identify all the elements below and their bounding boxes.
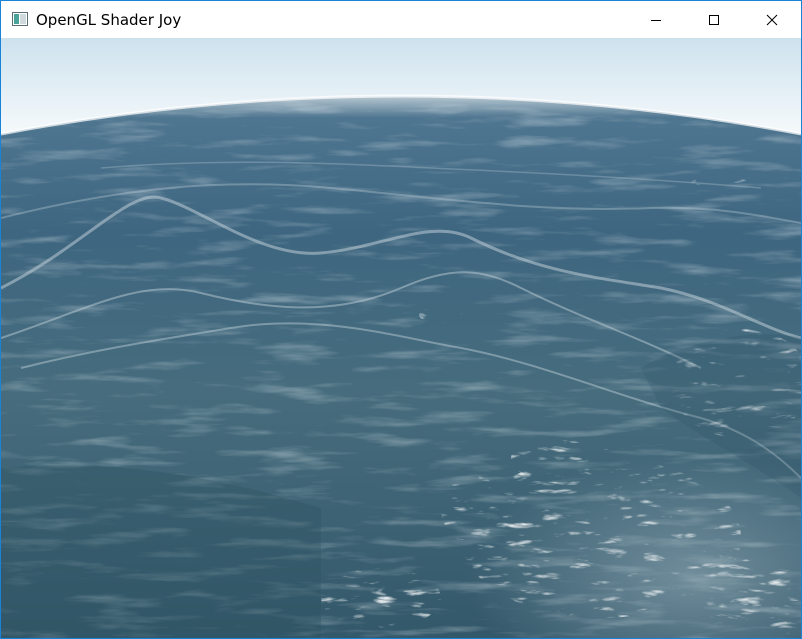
minimize-button[interactable] bbox=[627, 1, 685, 38]
maximize-icon bbox=[709, 14, 719, 25]
window-title: OpenGL Shader Joy bbox=[36, 11, 182, 29]
close-icon bbox=[766, 14, 778, 25]
render-viewport[interactable] bbox=[1, 38, 801, 638]
app-window-icon bbox=[12, 12, 28, 26]
app-window: OpenGL Shader Joy bbox=[0, 0, 802, 639]
title-bar[interactable]: OpenGL Shader Joy bbox=[1, 1, 801, 38]
ocean-render bbox=[1, 38, 801, 638]
maximize-button[interactable] bbox=[685, 1, 743, 38]
minimize-icon bbox=[651, 19, 661, 21]
close-button[interactable] bbox=[743, 1, 801, 38]
